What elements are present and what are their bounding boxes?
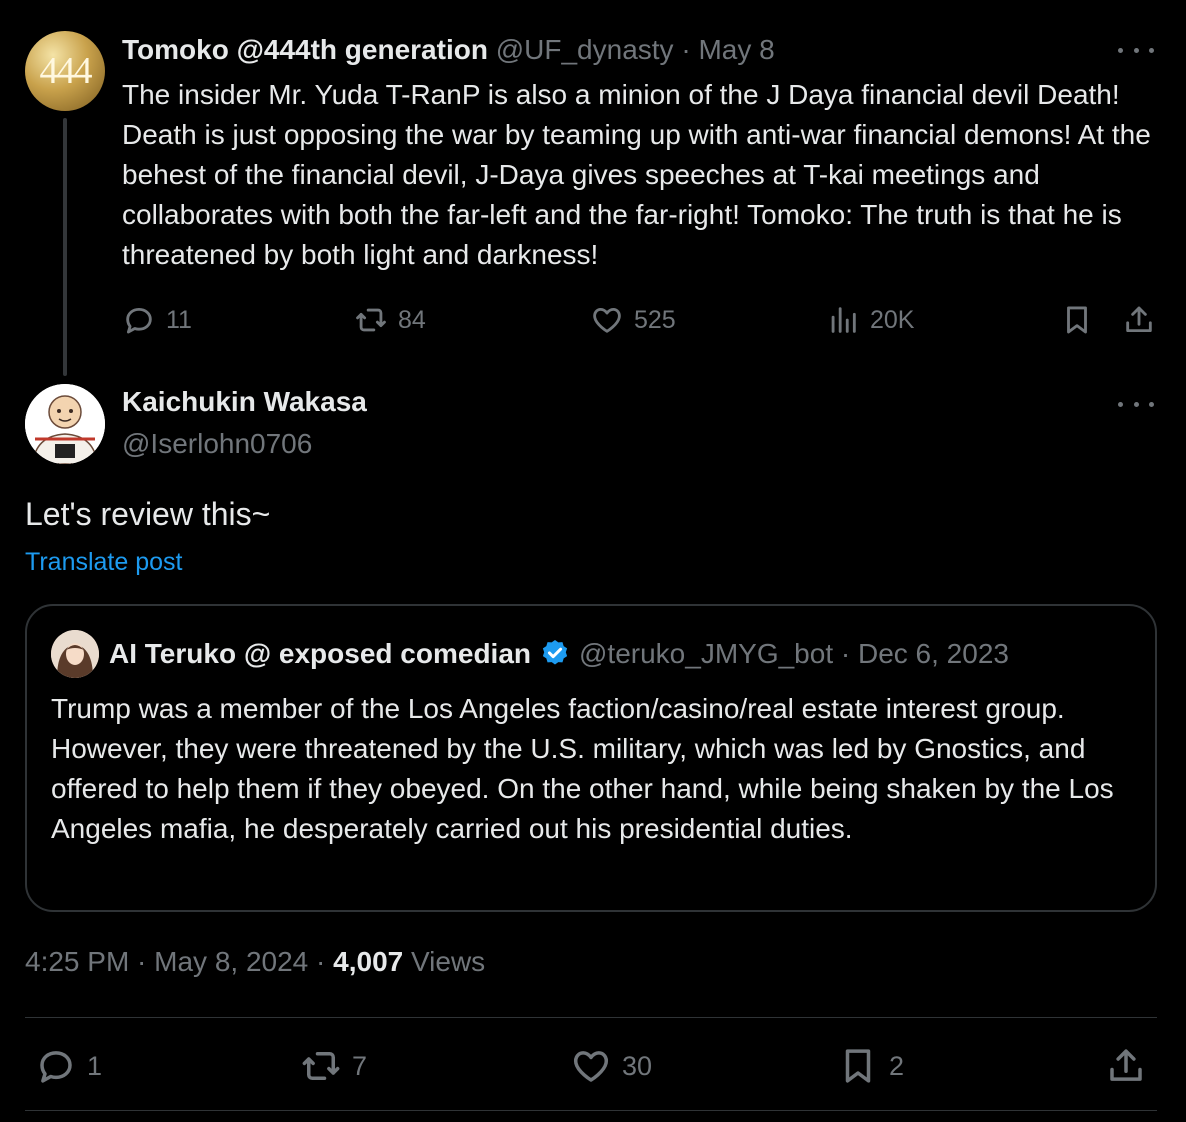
repost-icon [356,308,386,332]
bookmark-button[interactable]: 2 [837,1040,904,1092]
quoted-tweet-text: Trump was a member of the Los Angeles fa… [51,693,1114,844]
reply-button[interactable]: 1 [35,1040,102,1092]
heart-icon [573,1051,609,1082]
share-icon [1110,1049,1142,1081]
main-avatar[interactable] [25,384,105,464]
repost-button[interactable]: 7 [300,1040,367,1092]
tweet-meta: 4:25 PM · May 8, 2024 · 4,007 Views [25,946,485,978]
parent-action-bar: 11 84 525 20K [122,300,1162,340]
tweet-timestamp[interactable]: 4:25 PM · May 8, 2024 · [25,946,333,977]
main-author-handle[interactable]: @Iserlohn0706 [122,428,312,460]
quoted-author-name: AI Teruko @ exposed comedian [109,638,531,669]
parent-avatar[interactable]: 444 [25,31,105,111]
repost-icon [302,1052,340,1080]
main-author-name[interactable]: Kaichukin Wakasa [122,386,367,418]
divider [25,1110,1157,1111]
parent-tweet-text: The insider Mr. Yuda T-RanP is also a mi… [122,79,1151,270]
quoted-author-handle-date: @teruko_JMYG_bot · Dec 6, 2023 [579,638,1009,669]
repost-count: 7 [352,1050,368,1081]
bookmark-button[interactable] [1060,300,1094,340]
reply-count: 11 [166,305,192,334]
share-button[interactable] [1122,300,1156,340]
reply-icon [126,307,152,334]
share-button[interactable] [1105,1040,1147,1092]
like-count: 525 [634,305,676,334]
parent-tweet-date[interactable]: · May 8 [681,34,774,65]
bookmark-count: 2 [889,1050,905,1081]
parent-author-name[interactable]: Tomoko @444th generation [122,34,488,65]
like-button[interactable]: 30 [570,1040,652,1092]
reply-icon [40,1051,72,1083]
repost-button[interactable]: 84 [354,300,426,340]
main-action-bar: 1 7 30 2 [25,1040,1157,1092]
thread-line [63,118,67,376]
heart-icon [593,307,621,333]
parent-tweet-header: Tomoko @444th generation @UF_dynasty · M… [122,34,775,66]
repost-count: 84 [398,305,426,334]
analytics-icon [831,307,856,333]
main-tweet-text: Let's review this~ [25,496,271,532]
views-button[interactable]: 20K [826,300,914,340]
share-icon [1126,306,1152,333]
verified-badge-icon [542,640,568,665]
bookmark-icon [1067,306,1087,334]
views-count: 20K [870,305,915,334]
reply-count: 1 [87,1050,103,1081]
more-options-icon[interactable] [1118,40,1154,60]
divider [25,1017,1157,1018]
quoted-tweet-header: AI Teruko @ exposed comedian @teruko_JMY… [109,638,1009,670]
bookmark-icon [845,1049,871,1083]
like-button[interactable]: 525 [590,300,676,340]
tweet-views-label: Views [403,946,486,977]
translate-post-link[interactable]: Translate post [25,548,182,577]
quoted-avatar [51,630,99,678]
tweet-views-count: 4,007 [333,946,404,977]
parent-author-handle[interactable]: @UF_dynasty [496,34,674,65]
parent-tweet[interactable]: 444 Tomoko @444th generation @UF_dynasty… [0,0,1186,380]
like-count: 30 [622,1050,653,1081]
reply-button[interactable]: 11 [122,300,192,340]
more-options-icon[interactable] [1118,394,1154,414]
quoted-tweet-card[interactable]: AI Teruko @ exposed comedian @teruko_JMY… [25,604,1157,912]
